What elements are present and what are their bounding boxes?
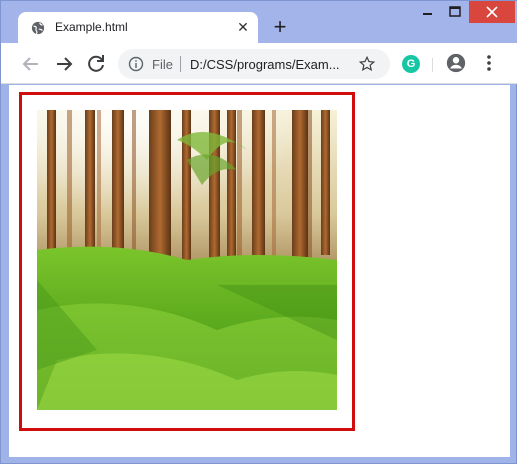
toolbar-divider: [432, 58, 433, 72]
close-icon[interactable]: ✕: [234, 18, 252, 36]
info-icon[interactable]: [128, 56, 144, 72]
globe-icon: [31, 21, 45, 35]
back-arrow-icon[interactable]: [19, 52, 43, 76]
maximize-icon[interactable]: [441, 1, 469, 23]
browser-window: Example.html ✕ + File D:/CSS/programs/Ex…: [0, 0, 517, 464]
account-icon[interactable]: [445, 52, 467, 74]
forest-image: [37, 110, 337, 410]
kebab-menu-icon[interactable]: [479, 53, 499, 73]
reload-icon[interactable]: [84, 52, 108, 76]
tab-example[interactable]: Example.html ✕: [18, 12, 258, 43]
title-bar: Example.html ✕ +: [1, 1, 517, 43]
bookmark-star-icon[interactable]: [358, 55, 376, 73]
image-border-box: [19, 92, 355, 431]
plus-icon[interactable]: +: [269, 16, 291, 39]
minimize-icon[interactable]: [413, 1, 441, 23]
address-bar[interactable]: File D:/CSS/programs/Exam...: [118, 49, 390, 79]
browser-toolbar: File D:/CSS/programs/Exam... G: [1, 43, 517, 84]
omnibox-divider: [180, 56, 181, 72]
page-viewport: [9, 85, 510, 457]
tab-title: Example.html: [55, 20, 128, 34]
scheme-label: File: [152, 57, 173, 72]
window-close-icon[interactable]: [469, 1, 515, 23]
forward-arrow-icon[interactable]: [52, 52, 76, 76]
url-text[interactable]: D:/CSS/programs/Exam...: [190, 57, 350, 72]
grammarly-extension-icon[interactable]: G: [402, 55, 420, 73]
